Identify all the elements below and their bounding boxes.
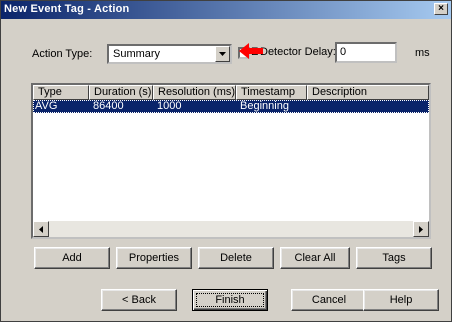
row-resolution: 1000 <box>157 100 182 112</box>
row-timestamp: Beginning <box>240 100 289 112</box>
delete-button-label: Delete <box>220 252 252 264</box>
detector-delay-value: 0 <box>340 46 347 58</box>
close-icon: × <box>438 3 444 14</box>
scroll-right-button[interactable] <box>413 221 429 237</box>
arrow-left-icon <box>39 226 43 233</box>
help-button[interactable]: Help <box>363 289 439 311</box>
tags-button-label: Tags <box>382 252 406 264</box>
add-button[interactable]: Add <box>34 247 110 269</box>
cancel-button[interactable]: Cancel <box>291 289 367 311</box>
action-type-label: Action Type: <box>32 48 93 60</box>
action-list[interactable]: Type Duration (s) Resolution (ms) Timest… <box>31 83 431 239</box>
window-title: New Event Tag - Action <box>4 3 130 15</box>
row-duration: 86400 <box>93 100 124 112</box>
arrow-right-icon <box>419 226 423 233</box>
column-header-duration[interactable]: Duration (s) <box>89 85 153 100</box>
row-type: AVG <box>35 100 58 112</box>
properties-button-label: Properties <box>128 252 180 264</box>
dialog-window: New Event Tag - Action × Action Type: Su… <box>0 0 452 322</box>
horizontal-scrollbar[interactable] <box>33 221 429 237</box>
cancel-button-label: Cancel <box>311 294 347 306</box>
action-type-dropdown[interactable]: Summary <box>107 44 232 64</box>
clear-all-button[interactable]: Clear All <box>280 247 350 269</box>
detector-delay-input[interactable]: 0 <box>335 42 397 63</box>
column-header-resolution[interactable]: Resolution (ms) <box>153 85 236 100</box>
back-button-label: < Back <box>122 294 156 306</box>
properties-button[interactable]: Properties <box>116 247 192 269</box>
detector-delay-label: Detector Delay: <box>260 46 336 58</box>
tags-button[interactable]: Tags <box>356 247 432 269</box>
finish-button[interactable]: Finish <box>192 289 268 311</box>
close-button[interactable]: × <box>434 3 448 15</box>
add-button-label: Add <box>62 252 82 264</box>
back-button[interactable]: < Back <box>101 289 177 311</box>
list-header: Type Duration (s) Resolution (ms) Timest… <box>33 85 429 100</box>
column-header-type[interactable]: Type <box>33 85 89 100</box>
clear-all-button-label: Clear All <box>294 252 336 264</box>
scroll-left-button[interactable] <box>33 221 49 237</box>
action-type-value: Summary <box>113 48 161 60</box>
delete-button[interactable]: Delete <box>198 247 274 269</box>
red-arrow-icon <box>239 43 263 59</box>
dropdown-button[interactable] <box>215 46 230 62</box>
title-bar[interactable]: New Event Tag - Action × <box>1 1 451 19</box>
chevron-down-icon <box>219 52 226 56</box>
detector-delay-unit: ms <box>415 47 430 59</box>
column-header-timestamp[interactable]: Timestamp <box>236 85 307 100</box>
finish-focus-rect <box>196 293 264 307</box>
table-row[interactable]: AVG 86400 1000 Beginning <box>33 100 429 113</box>
help-button-label: Help <box>389 294 413 306</box>
column-header-description[interactable]: Description <box>307 85 429 100</box>
